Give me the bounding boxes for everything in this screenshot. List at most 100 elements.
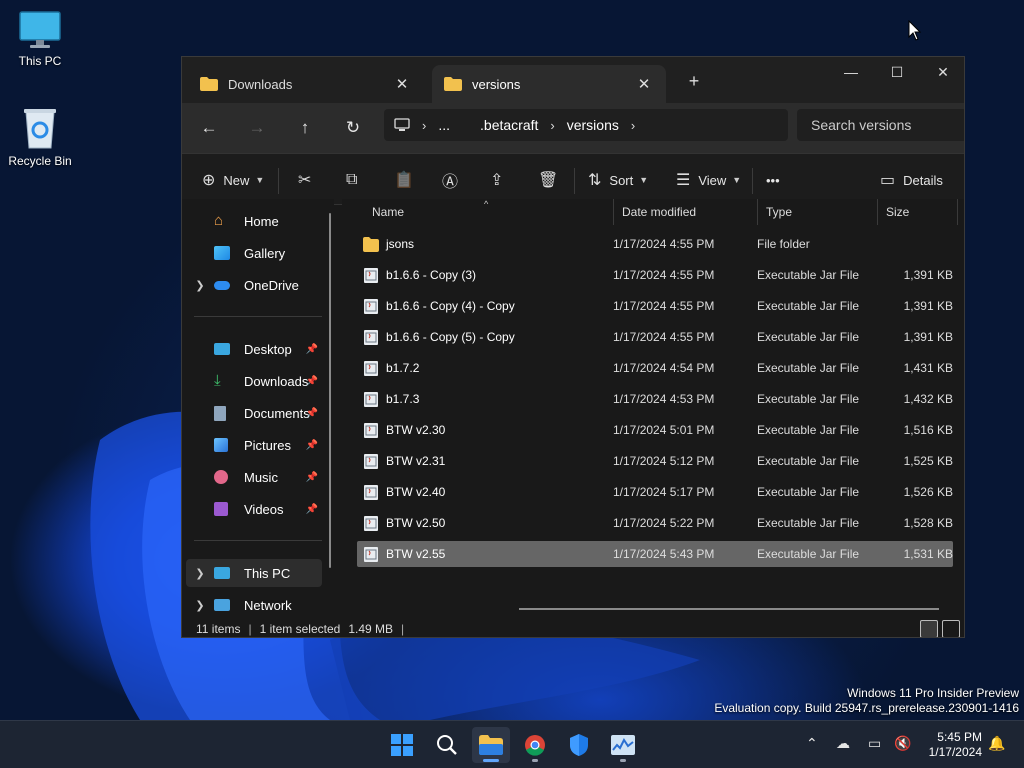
more-options-button[interactable]: ••• <box>766 167 780 193</box>
file-date: 1/17/2024 5:17 PM <box>613 485 715 499</box>
details-button[interactable]: ▭ Details <box>880 167 943 193</box>
details-view-toggle-icon[interactable] <box>920 620 938 637</box>
taskbar-security[interactable] <box>560 727 598 763</box>
file-row[interactable]: BTW v2.50 1/17/2024 5:22 PM Executable Jar… <box>357 510 953 536</box>
volume-muted-icon[interactable]: 🔇 <box>894 735 911 752</box>
file-name: b1.6.6 - Copy (5) - Copy <box>386 330 515 344</box>
rename-button[interactable]: Ⓐ <box>442 167 466 193</box>
file-row[interactable]: b1.7.3 1/17/2024 4:53 PM Executable Jar Fi… <box>357 386 953 412</box>
desktop-icon-this-pc[interactable]: This PC <box>0 10 80 68</box>
new-button[interactable]: ⊕ New ▼ <box>202 167 264 193</box>
close-tab-icon[interactable]: ✕ <box>392 75 412 93</box>
file-row[interactable]: BTW v2.31 1/17/2024 5:12 PM Executable Jar… <box>357 448 953 474</box>
sidebar-item-gallery[interactable]: Gallery <box>186 239 322 267</box>
file-name-cell: BTW v2.55 <box>357 546 613 562</box>
file-row[interactable]: jsons 1/17/2024 4:55 PM File folder <box>357 231 953 257</box>
minimize-button[interactable]: — <box>828 57 874 87</box>
taskbar-task-manager[interactable] <box>604 727 642 763</box>
sidebar-item-onedrive[interactable]: ❯ OneDrive <box>186 271 322 299</box>
file-type: Executable Jar File <box>757 392 860 406</box>
column-header-size[interactable]: Size <box>878 199 958 225</box>
sidebar-item-pictures[interactable]: Pictures 📌 <box>186 431 322 459</box>
sidebar-item-downloads[interactable]: ⤓ Downloads 📌 <box>186 367 322 395</box>
sidebar-item-this-pc[interactable]: ❯ This PC <box>186 559 322 587</box>
file-row[interactable]: BTW v2.30 1/17/2024 5:01 PM Executable Jar… <box>357 417 953 443</box>
file-name-cell: BTW v2.31 <box>357 453 613 469</box>
file-row[interactable]: BTW v2.55 1/17/2024 5:43 PM Executable Jar… <box>357 541 953 567</box>
details-pane-icon: ▭ <box>880 172 896 189</box>
view-button[interactable]: ☰ View ▼ <box>676 167 741 193</box>
refresh-button[interactable]: ↻ <box>340 115 366 141</box>
sidebar-item-documents[interactable]: Documents 📌 <box>186 399 322 427</box>
forward-button[interactable]: → <box>244 115 270 141</box>
search-button[interactable] <box>428 727 466 763</box>
share-button[interactable]: ⇪ <box>490 167 511 193</box>
sidebar-item-label: This PC <box>244 565 291 581</box>
display-icon[interactable]: ▭ <box>868 735 881 752</box>
file-type: Executable Jar File <box>757 485 860 499</box>
sidebar-item-network[interactable]: ❯ Network <box>186 591 322 619</box>
shield-icon <box>570 734 588 756</box>
sidebar-scrollbar[interactable] <box>329 213 331 568</box>
start-button[interactable] <box>383 727 421 763</box>
sidebar-item-label: Videos <box>244 501 284 517</box>
file-row[interactable]: b1.7.2 1/17/2024 4:54 PM Executable Jar Fi… <box>357 355 953 381</box>
file-name-cell: BTW v2.30 <box>357 422 613 438</box>
chevron-right-icon[interactable]: › <box>631 118 635 133</box>
file-row[interactable]: b1.6.6 - Copy (4) - Copy 1/17/2024 4:55 P… <box>357 293 953 319</box>
sidebar-item-music[interactable]: Music 📌 <box>186 463 322 491</box>
breadcrumb-betacraft[interactable]: .betacraft <box>480 117 538 133</box>
new-tab-button[interactable]: + <box>682 71 706 92</box>
file-row[interactable]: b1.6.6 - Copy (5) - Copy 1/17/2024 4:55 P… <box>357 324 953 350</box>
paste-button[interactable]: 📋 <box>394 167 422 193</box>
notification-bell-icon[interactable]: 🔔 <box>988 735 1005 752</box>
close-window-button[interactable]: ✕ <box>920 57 964 87</box>
folder-icon <box>363 236 379 252</box>
breadcrumb-overflow[interactable]: ... <box>438 117 450 133</box>
column-header-date[interactable]: Date modified <box>614 199 758 225</box>
address-bar[interactable]: › ... .betacraft › versions › <box>384 109 788 141</box>
delete-button[interactable]: 🗑 <box>538 167 566 193</box>
file-row[interactable]: b1.6.6 - Copy (3) 1/17/2024 4:55 PM Execut… <box>357 262 953 288</box>
taskbar-chrome[interactable] <box>516 727 554 763</box>
file-size: 1,526 KB <box>903 485 953 499</box>
tab-bar: Downloads ✕ versions ✕ + — ☐ ✕ <box>182 57 964 103</box>
chevron-right-icon[interactable]: ❯ <box>186 567 214 580</box>
download-icon: ⤓ <box>214 372 221 389</box>
sort-button[interactable]: ⇅ Sort ▼ <box>588 167 648 193</box>
pin-icon: 📌 <box>305 407 318 419</box>
tab-versions[interactable]: versions ✕ <box>432 65 666 103</box>
maximize-button[interactable]: ☐ <box>874 57 920 87</box>
tiles-view-toggle-icon[interactable] <box>942 620 960 637</box>
clock[interactable]: 5:45 PM 1/17/2024 <box>929 730 982 760</box>
taskbar-file-explorer[interactable] <box>472 727 510 763</box>
back-button[interactable]: ← <box>196 115 222 141</box>
horizontal-scrollbar[interactable] <box>519 608 939 610</box>
sidebar-item-home[interactable]: ⌂ Home <box>186 207 322 235</box>
tab-label: versions <box>472 76 521 92</box>
file-name-cell: b1.7.2 <box>357 360 613 376</box>
file-name: BTW v2.55 <box>386 547 446 561</box>
desktop-icon-recycle-bin[interactable]: Recycle Bin <box>0 106 80 168</box>
search-input[interactable]: Search versions <box>797 109 964 141</box>
close-tab-icon[interactable]: ✕ <box>634 75 654 93</box>
sidebar-item-desktop[interactable]: Desktop 📌 <box>186 335 322 363</box>
file-name-cell: b1.6.6 - Copy (3) <box>357 267 613 283</box>
chevron-right-icon[interactable]: ❯ <box>186 279 214 292</box>
network-icon <box>214 599 230 611</box>
up-button[interactable]: ↑ <box>292 115 318 141</box>
tab-downloads[interactable]: Downloads ✕ <box>188 65 424 103</box>
chevron-right-icon[interactable]: ❯ <box>186 599 214 612</box>
file-name-cell: BTW v2.50 <box>357 515 613 531</box>
file-row[interactable]: BTW v2.40 1/17/2024 5:17 PM Executable Jar… <box>357 479 953 505</box>
column-header-type[interactable]: Type <box>758 199 878 225</box>
onedrive-offline-icon[interactable]: ☁ <box>836 735 850 752</box>
recycle-bin-icon <box>24 109 56 149</box>
column-header-name[interactable]: Name <box>342 199 614 225</box>
copy-button[interactable]: ⧉ <box>346 167 365 193</box>
cut-button[interactable]: ✂ <box>298 167 319 193</box>
chevron-up-icon[interactable]: ⌃ <box>806 735 818 752</box>
watermark-line: Windows 11 Pro Insider Preview <box>847 686 1019 700</box>
sidebar-item-videos[interactable]: Videos 📌 <box>186 495 322 523</box>
breadcrumb-versions[interactable]: versions <box>567 117 619 133</box>
